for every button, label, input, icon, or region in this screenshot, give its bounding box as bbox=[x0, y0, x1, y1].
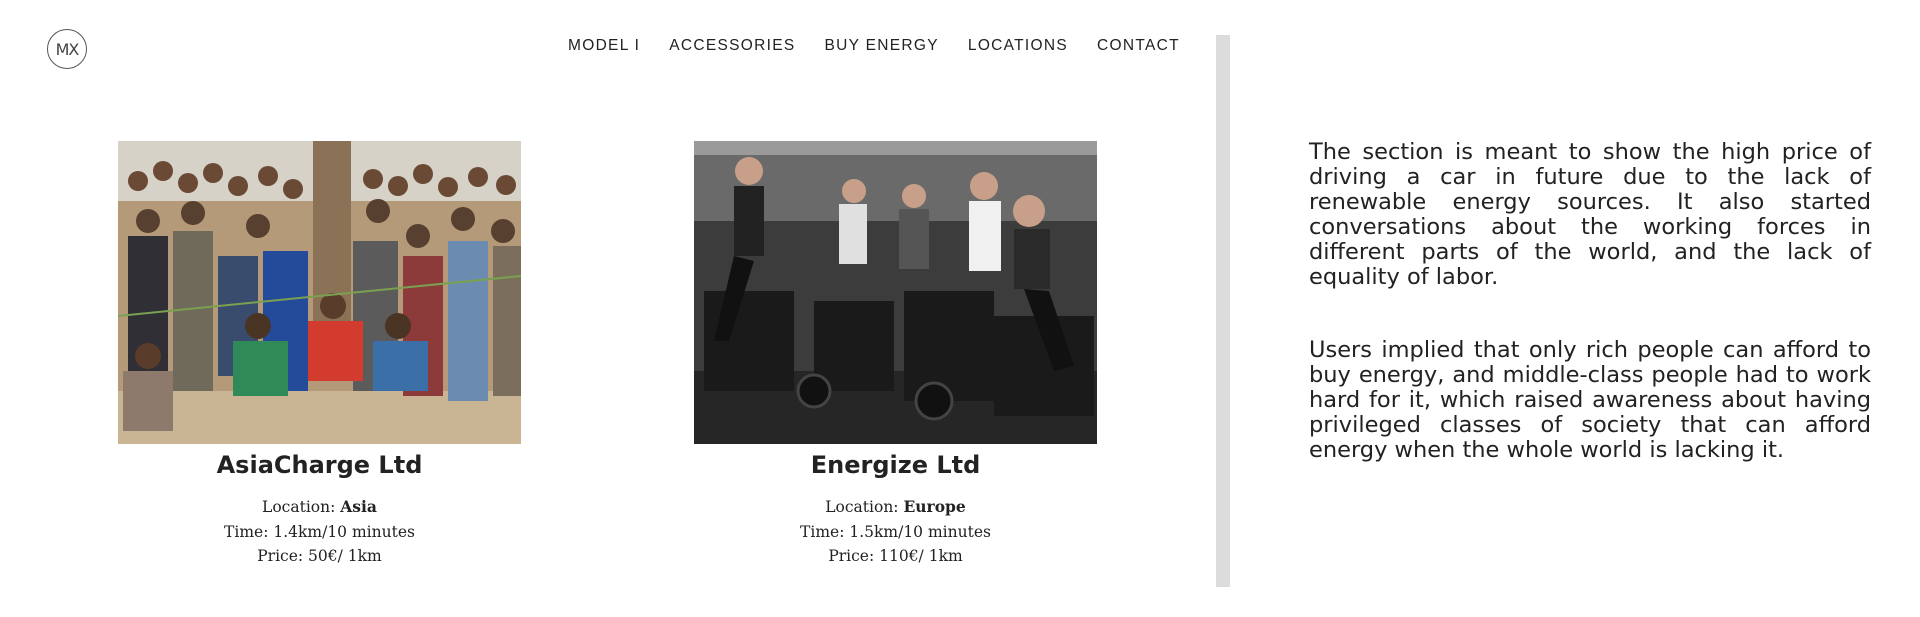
vertical-divider bbox=[1216, 35, 1230, 587]
station-card-energize: Energize Ltd Location: Europe Time: 1.5k… bbox=[694, 141, 1097, 569]
card-details: Location: Europe Time: 1.5km/10 minutes … bbox=[694, 495, 1097, 569]
location-line: Location: Europe bbox=[694, 495, 1097, 520]
card-title: Energize Ltd bbox=[810, 451, 981, 479]
nav-contact[interactable]: CONTACT bbox=[1097, 37, 1180, 55]
price-line: Price: 110€/ 1km bbox=[828, 547, 963, 565]
brand-logo[interactable]: MX bbox=[47, 29, 87, 69]
station-card-asiacharge: AsiaCharge Ltd Location: Asia Time: 1.4k… bbox=[118, 141, 521, 569]
description-paragraph-2: Users implied that only rich people can … bbox=[1309, 337, 1871, 463]
time-line: Time: 1.4km/10 minutes bbox=[224, 522, 415, 541]
card-title: AsiaCharge Ltd bbox=[216, 451, 423, 479]
location-value: Asia bbox=[340, 497, 377, 516]
time-line: Time: 1.5km/10 minutes bbox=[800, 522, 991, 541]
nav-buy-energy[interactable]: BUY ENERGY bbox=[825, 37, 939, 55]
location-label: Location: bbox=[825, 498, 904, 516]
nav-locations[interactable]: LOCATIONS bbox=[968, 37, 1068, 55]
description-paragraph-1: The section is meant to show the high pr… bbox=[1309, 139, 1871, 290]
card-details: Location: Asia Time: 1.4km/10 minutes Pr… bbox=[118, 495, 521, 569]
description-panel: The section is meant to show the high pr… bbox=[1309, 140, 1871, 511]
location-label: Location: bbox=[262, 498, 341, 516]
gym-photo bbox=[694, 141, 1097, 444]
location-line: Location: Asia bbox=[118, 495, 521, 520]
logo-text: MX bbox=[55, 39, 80, 59]
location-value: Europe bbox=[903, 497, 966, 516]
crowd-photo bbox=[118, 141, 521, 444]
price-line: Price: 50€/ 1km bbox=[257, 547, 382, 565]
nav-model-i[interactable]: MODEL I bbox=[568, 37, 640, 55]
nav-accessories[interactable]: ACCESSORIES bbox=[669, 37, 795, 55]
main-nav: MODEL I ACCESSORIES BUY ENERGY LOCATIONS… bbox=[568, 37, 1209, 55]
